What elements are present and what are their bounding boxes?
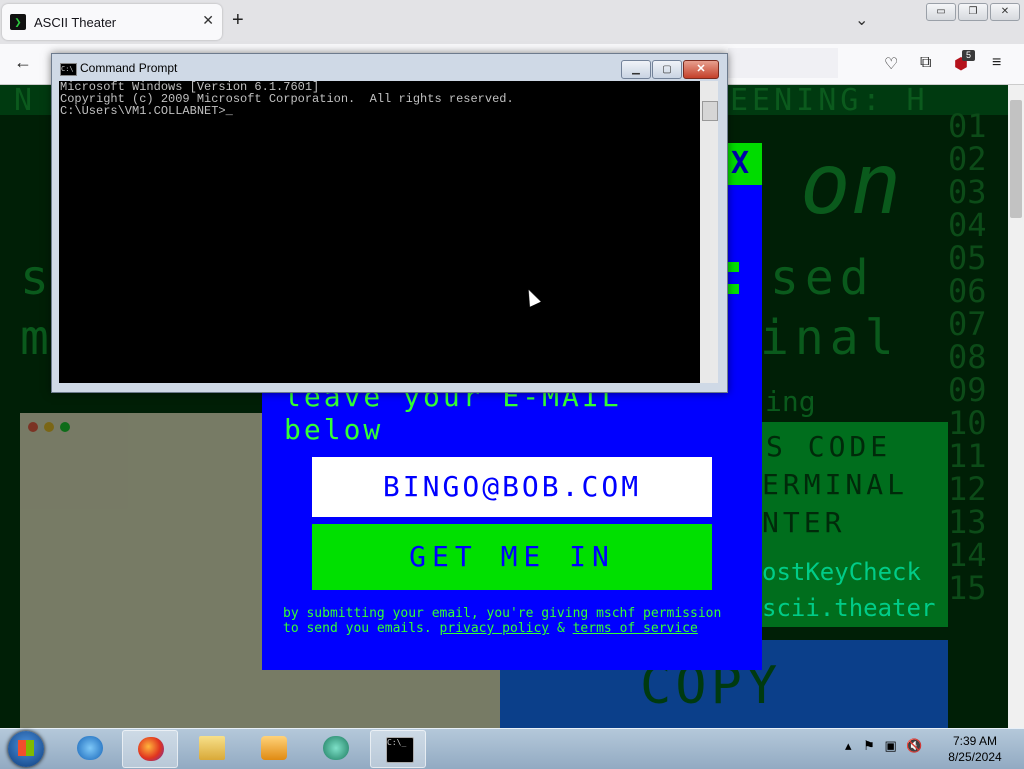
taskbar-file-explorer[interactable] [184,730,238,766]
cmd-prompt-line: C:\Users\VM1.COLLABNET>_ [60,104,233,118]
extension-count-badge: 5 [962,50,975,61]
taskbar-media-player[interactable] [246,730,300,766]
pocket-icon[interactable]: ♡ [884,54,898,74]
internet-explorer-icon [77,736,103,760]
hamburger-menu-icon[interactable]: ≡ [992,54,1001,72]
close-tab-icon[interactable]: ✕ [202,12,214,29]
page-scrollbar-thumb[interactable] [1010,100,1022,218]
panel-line-3: NTER [762,506,846,539]
address-bar[interactable] [728,48,838,78]
taskbar-command-prompt[interactable]: C:\_ [370,730,426,768]
hero-word-on: on [800,135,902,233]
cmd-console-text[interactable]: Microsoft Windows [Version 6.1.7601] Copy… [60,81,690,117]
windows-logo-icon [18,740,34,756]
cmd-app-icon: C:\ [60,63,77,76]
panel-line-1: S CODE [766,430,892,463]
cmd-scrollbar[interactable] [700,81,718,383]
privacy-policy-link[interactable]: privacy policy [440,621,550,636]
hero-word-ing: ing [765,385,816,418]
hero-word-sed: sed [770,250,875,306]
taskbar-app-circle[interactable] [308,730,362,766]
extensions-icon[interactable]: ⧉ [920,54,931,72]
header-fragment-right: EENING: H [730,85,929,118]
terminal-favicon-icon: ❯ [10,14,26,30]
start-button[interactable] [8,731,44,767]
panel-line-2: ERMINAL [762,468,909,501]
terms-of-service-link[interactable]: terms of service [573,621,698,636]
cmd-close-button[interactable]: ✕ [683,60,719,79]
volume-muted-icon[interactable]: 🔇 [906,738,922,753]
folder-icon [199,736,225,760]
app-circle-icon [323,736,349,760]
new-tab-button[interactable]: + [232,9,244,32]
cmd-scrollbar-thumb[interactable] [702,101,718,121]
panel-line-5: scii.theater [762,594,936,622]
taskbar-firefox[interactable] [122,730,178,768]
modal-title-line-2: below [284,413,384,446]
header-fragment-left: N [14,85,33,118]
access-code-panel: S CODE ERMINAL NTER ostKeyCheck scii.the… [762,422,948,627]
close-window-button[interactable]: ✕ [990,3,1020,21]
signup-disclaimer: by submitting your email, you're giving … [283,606,743,636]
tab-list-chevron-icon[interactable]: ⌄ [855,10,868,30]
action-center-flag-icon[interactable]: ⚑ [863,738,875,753]
cmd-maximize-button[interactable]: ▢ [652,60,682,79]
get-me-in-button[interactable]: GET ME IN [312,524,712,590]
media-player-icon [261,736,287,760]
minimize-window-button[interactable]: ▭ [926,3,956,21]
taskbar-internet-explorer[interactable] [62,730,116,766]
cmd-console-area[interactable] [59,81,700,383]
disclaimer-ampersand: & [556,621,565,636]
network-icon[interactable]: ▣ [884,738,896,753]
firefox-icon [138,737,164,761]
cmd-window-title: Command Prompt [80,61,178,75]
hero-word-m: m [20,310,49,366]
panel-line-4: ostKeyCheck [762,558,921,586]
hero-word-inal: inal [760,310,900,366]
cmd-minimize-button[interactable]: ▁ [621,60,651,79]
email-input[interactable]: BINGO@BOB.COM [312,457,712,517]
restore-window-button[interactable]: ❐ [958,3,988,21]
taskbar-clock[interactable]: 7:39 AM 8/25/2024 [940,733,1010,765]
tab-title: ASCII Theater [34,15,117,30]
hero-word-s: s [20,250,49,306]
system-tray[interactable]: ▴ ⚑ ▣ 🔇 [845,738,923,754]
clock-time: 7:39 AM [952,734,998,748]
line-numbers-column: 01 02 03 04 05 06 07 08 09 10 11 12 13 14 15 [948,107,987,607]
cmd-taskbar-icon: C:\_ [386,737,414,763]
clock-date: 8/25/2024 [948,750,1002,764]
back-arrow-icon[interactable]: ← [14,52,32,73]
tab-ascii-theater[interactable]: ❯ ASCII Theater ✕ [2,4,222,40]
tray-chevron-icon[interactable]: ▴ [845,738,852,753]
